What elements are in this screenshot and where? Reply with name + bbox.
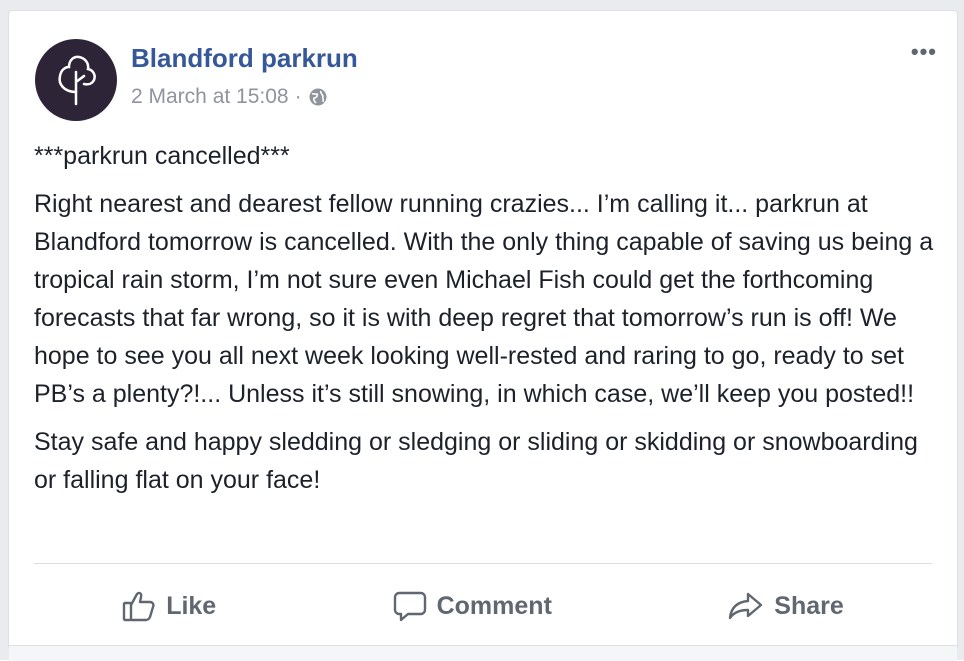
page-avatar[interactable] <box>35 39 117 121</box>
globe-icon[interactable] <box>308 87 328 107</box>
meta-separator: · <box>294 85 302 108</box>
post-text: ***parkrun cancelled*** Right nearest an… <box>34 137 939 509</box>
page-name-link[interactable]: Blandford parkrun <box>131 43 358 74</box>
parkrun-tree-logo-icon <box>58 55 96 106</box>
post-paragraph: Stay safe and happy sledding or sledging… <box>34 428 918 494</box>
share-label: Share <box>774 591 844 620</box>
like-label: Like <box>166 591 217 620</box>
share-button[interactable]: Share <box>728 591 844 621</box>
comments-area-strip <box>9 645 957 661</box>
like-button[interactable]: Like <box>122 590 216 622</box>
actions-divider <box>34 563 932 564</box>
post-paragraph: ***parkrun cancelled*** <box>34 142 290 170</box>
comment-button[interactable]: Comment <box>393 590 552 622</box>
post-actions-bar: Like Comment Share <box>34 579 932 633</box>
post-card: Blandford parkrun 2 March at 15:08 · •••… <box>8 10 958 650</box>
post-meta: 2 March at 15:08 · <box>131 85 328 109</box>
post-paragraph: Right nearest and dearest fellow running… <box>34 190 934 408</box>
share-arrow-icon <box>729 592 763 620</box>
thumbs-up-icon <box>122 591 155 622</box>
speech-bubble-icon <box>393 591 426 622</box>
more-options-button[interactable]: ••• <box>911 41 937 63</box>
feed-background: Blandford parkrun 2 March at 15:08 · •••… <box>0 0 964 661</box>
comment-label: Comment <box>436 591 552 620</box>
post-timestamp[interactable]: 2 March at 15:08 <box>131 85 289 109</box>
